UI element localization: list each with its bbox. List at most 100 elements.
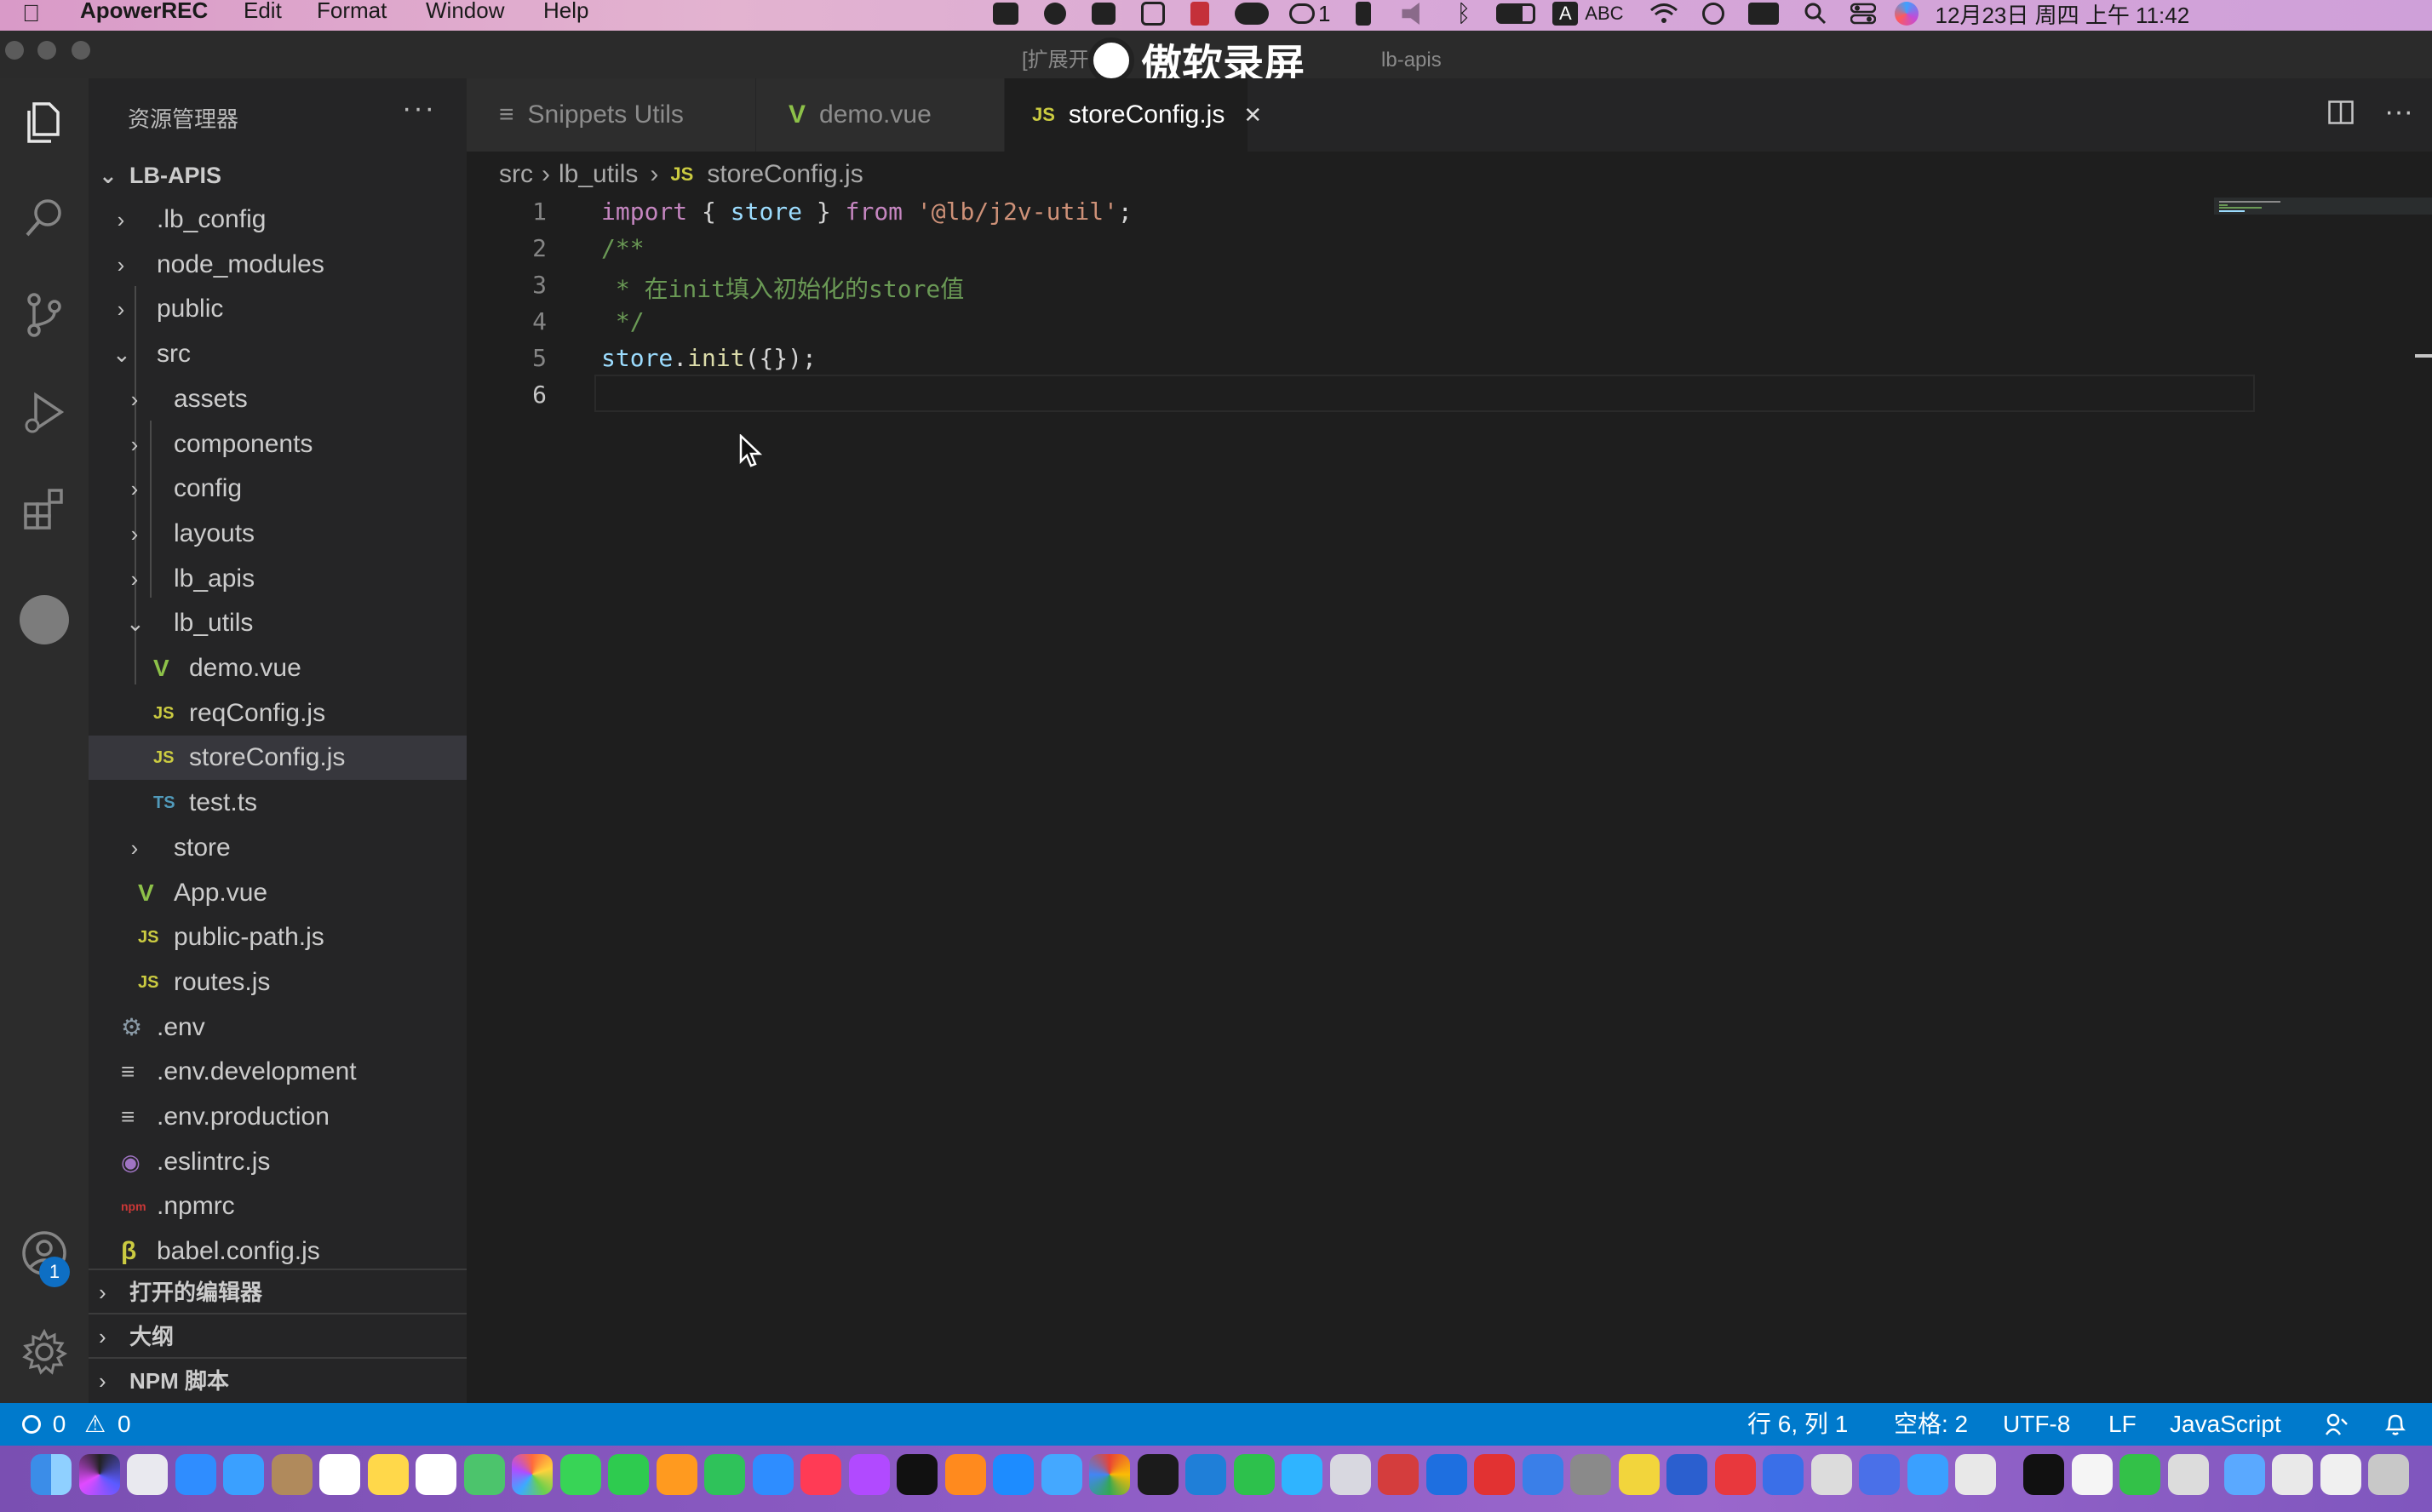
menu-edit[interactable]: Edit bbox=[244, 0, 282, 21]
music-icon[interactable] bbox=[800, 1454, 841, 1495]
tree-item[interactable]: JS reqConfig.js bbox=[89, 691, 467, 736]
trash-icon[interactable] bbox=[2368, 1454, 2409, 1495]
bluetooth-icon[interactable]: ᛒ bbox=[1456, 0, 1471, 27]
tree-item[interactable]: ⌄ lb_utils bbox=[89, 601, 467, 645]
tree-item[interactable]: ≡ .env.production bbox=[89, 1095, 467, 1139]
quicktime-icon[interactable] bbox=[2071, 1454, 2113, 1495]
tree-item[interactable]: › store bbox=[89, 826, 467, 870]
dock-v-icon[interactable] bbox=[1859, 1454, 1900, 1495]
explorer-button[interactable] bbox=[0, 78, 89, 167]
tree-item[interactable]: › layouts bbox=[89, 512, 467, 556]
tree-item[interactable]: › node_modules bbox=[89, 243, 467, 287]
spotlight-search-icon[interactable] bbox=[1804, 3, 1827, 25]
hbuilder-icon[interactable] bbox=[1378, 1454, 1419, 1495]
breadcrumb-file[interactable]: storeConfig.js bbox=[707, 160, 863, 189]
input-method-icon[interactable]: A bbox=[1552, 2, 1579, 26]
folder-icon[interactable] bbox=[2223, 1454, 2265, 1495]
tree-item[interactable]: ⚙ .env bbox=[89, 1005, 467, 1050]
app-store-icon[interactable] bbox=[993, 1454, 1034, 1495]
keynote-icon[interactable] bbox=[752, 1454, 794, 1495]
netease-icon[interactable] bbox=[1190, 2, 1209, 26]
books-icon[interactable] bbox=[944, 1454, 986, 1495]
messages-icon[interactable] bbox=[559, 1454, 601, 1495]
tree-item[interactable]: Vdemo.vue bbox=[89, 646, 467, 690]
battery-icon[interactable] bbox=[1496, 3, 1536, 24]
zoom-window-button[interactable] bbox=[72, 41, 90, 60]
pen-icon[interactable] bbox=[1092, 3, 1116, 25]
encoding[interactable]: UTF-8 bbox=[2003, 1403, 2070, 1446]
close-window-button[interactable] bbox=[5, 41, 24, 60]
login-icon[interactable] bbox=[1356, 2, 1372, 26]
tree-item[interactable]: JS routes.js bbox=[89, 960, 467, 1005]
facetime-icon[interactable] bbox=[608, 1454, 649, 1495]
tree-item[interactable]: › .lb_config bbox=[89, 198, 467, 242]
tree-item[interactable]: ◉ .eslintrc.js bbox=[89, 1140, 467, 1184]
problems-indicator[interactable]: 0 ⚠ 0 bbox=[22, 1403, 131, 1446]
qq-icon[interactable] bbox=[1282, 1454, 1322, 1495]
extension-circle-button[interactable] bbox=[0, 576, 89, 664]
calendar-icon[interactable] bbox=[319, 1454, 360, 1495]
tab-storeconfig-js[interactable]: JS storeConfig.js ✕ bbox=[1005, 78, 1262, 152]
tab-snippets-utils[interactable]: ≡ Snippets Utils bbox=[467, 78, 756, 152]
downloads-icon[interactable] bbox=[2272, 1454, 2313, 1495]
menu-format[interactable]: Format bbox=[317, 0, 387, 21]
editor-more-icon[interactable]: ··· bbox=[2384, 95, 2413, 129]
maps-icon[interactable] bbox=[463, 1454, 505, 1495]
testflight-icon[interactable] bbox=[1041, 1454, 1082, 1495]
reminders-icon[interactable] bbox=[416, 1454, 456, 1495]
tree-item[interactable]: ≡ .env.development bbox=[89, 1050, 467, 1094]
end-of-line[interactable]: LF bbox=[2108, 1403, 2137, 1446]
podcasts-icon[interactable] bbox=[848, 1454, 890, 1495]
terminal-icon[interactable] bbox=[1137, 1454, 1179, 1495]
control-center-icon[interactable] bbox=[1850, 3, 1876, 25]
menu-window[interactable]: Window bbox=[426, 0, 504, 21]
launchpad-icon[interactable] bbox=[127, 1454, 168, 1495]
manage-button[interactable] bbox=[0, 1308, 89, 1396]
chat-bubble-icon[interactable] bbox=[1289, 3, 1315, 24]
input-method-label[interactable]: ABC bbox=[1585, 3, 1623, 25]
screenshot-icon[interactable] bbox=[1810, 1454, 1852, 1495]
tree-item[interactable]: › public bbox=[89, 287, 467, 331]
apple-icon[interactable]:  bbox=[22, 0, 40, 27]
language-mode[interactable]: JavaScript bbox=[2170, 1403, 2281, 1446]
cube-icon[interactable] bbox=[1141, 2, 1165, 26]
vscode-icon[interactable] bbox=[1185, 1454, 1226, 1495]
activity-icon[interactable] bbox=[1666, 1454, 1707, 1495]
tree-item[interactable]: V App.vue bbox=[89, 871, 467, 915]
mute-icon[interactable] bbox=[1402, 3, 1420, 25]
tree-item[interactable]: β babel.config.js bbox=[89, 1229, 467, 1274]
docs-folder-icon[interactable] bbox=[2167, 1454, 2209, 1495]
wechat-dock-icon[interactable] bbox=[1233, 1454, 1275, 1495]
notes-icon[interactable] bbox=[367, 1454, 409, 1495]
safari-icon[interactable] bbox=[175, 1454, 216, 1495]
contacts-icon[interactable] bbox=[271, 1454, 313, 1495]
more-actions-icon[interactable]: ··· bbox=[402, 92, 436, 125]
notifications-bell-icon[interactable] bbox=[2384, 1403, 2406, 1446]
cursor-position[interactable]: 行 6, 列 1 bbox=[1747, 1403, 1848, 1446]
menu-app-name[interactable]: ApowerREC bbox=[80, 0, 208, 21]
siri-dock-icon[interactable] bbox=[78, 1454, 120, 1495]
tree-item[interactable]: › assets bbox=[89, 377, 467, 421]
link-icon[interactable] bbox=[1763, 1454, 1804, 1495]
wifi-icon[interactable] bbox=[1649, 3, 1678, 25]
extensions-button[interactable] bbox=[0, 465, 89, 553]
tree-item[interactable]: ⌄ src bbox=[89, 332, 467, 376]
wps-dock-icon[interactable] bbox=[1714, 1454, 1756, 1495]
dock-app-icon[interactable] bbox=[1618, 1454, 1660, 1495]
search-button[interactable] bbox=[0, 174, 89, 262]
minimap-slider[interactable] bbox=[2214, 198, 2432, 215]
minimize-window-button[interactable] bbox=[37, 41, 56, 60]
tree-item[interactable]: JS public-path.js bbox=[89, 915, 467, 959]
numbers-icon[interactable] bbox=[704, 1454, 745, 1495]
dock-flower-icon[interactable] bbox=[1907, 1454, 1948, 1495]
feedback-icon[interactable] bbox=[2325, 1403, 2349, 1446]
iqiyi-icon[interactable] bbox=[2119, 1454, 2160, 1495]
system-preferences-icon[interactable] bbox=[1570, 1454, 1611, 1495]
menubar-clock[interactable]: 12月23日 周四 上午 11:42 bbox=[1936, 0, 2190, 30]
breadcrumb-src[interactable]: src bbox=[499, 160, 533, 189]
screens-icon[interactable] bbox=[2320, 1454, 2361, 1495]
netease-music-icon[interactable] bbox=[1474, 1454, 1515, 1495]
vpn-icon[interactable] bbox=[1425, 1454, 1467, 1495]
pages-icon[interactable] bbox=[656, 1454, 697, 1495]
close-tab-icon[interactable]: ✕ bbox=[1243, 102, 1262, 129]
